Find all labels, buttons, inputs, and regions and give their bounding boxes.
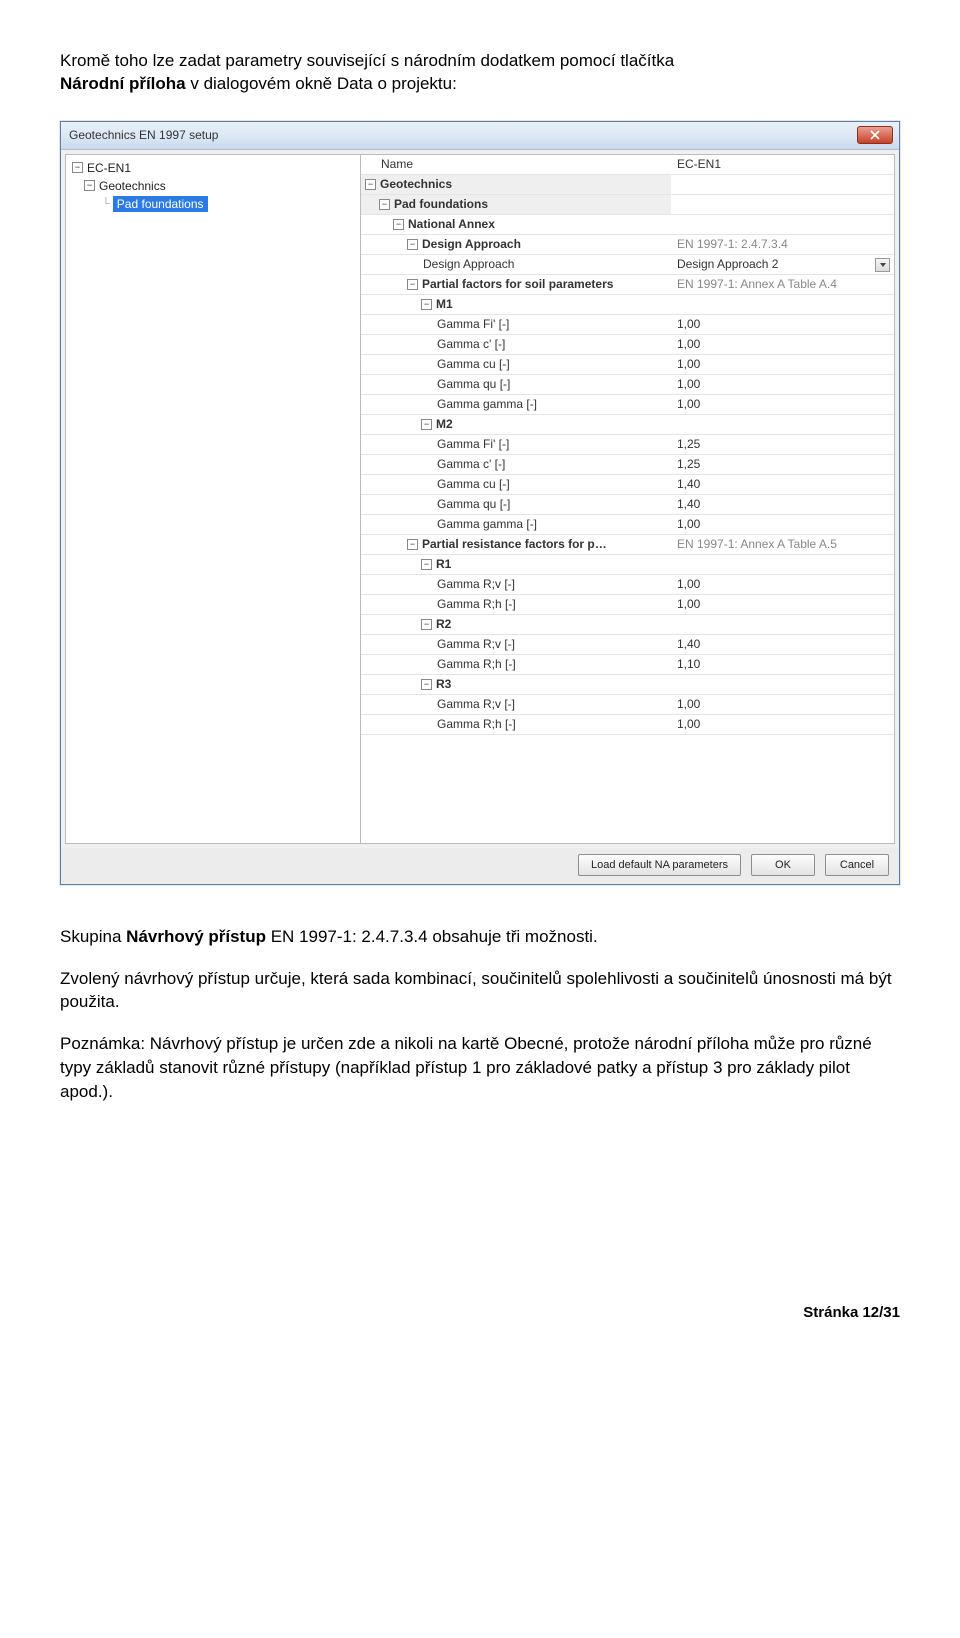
m1-gamma-cu[interactable]: Gamma cu [-]1,00 [361,355,894,375]
ok-button[interactable]: OK [751,854,815,876]
tree-geotechnics-label: Geotechnics [99,179,166,193]
group-m1[interactable]: −M1 [361,295,894,315]
m1-gamma-gamma[interactable]: Gamma gamma [-]1,00 [361,395,894,415]
partial-resist-label: Partial resistance factors for p… [422,537,607,551]
name-value[interactable]: EC-EN1 [671,155,894,174]
after-p2: Zvolený návrhový přístup určuje, která s… [60,967,900,1015]
expander-icon[interactable]: − [72,162,83,173]
tree-connector-icon: └ [102,198,110,210]
dropdown-icon[interactable] [875,258,890,272]
r1-gamma-rh[interactable]: Gamma R;h [-]1,00 [361,595,894,615]
expander-icon[interactable]: − [421,679,432,690]
intro-bold: Národní příloha [60,74,186,93]
expander-icon[interactable]: − [407,539,418,550]
expander-icon[interactable]: − [421,559,432,570]
expander-icon[interactable]: − [421,619,432,630]
expander-icon[interactable]: − [421,299,432,310]
expander-icon[interactable]: − [379,199,390,210]
design-approach-label: Design Approach [423,257,514,271]
dialog-footer: Load default NA parameters OK Cancel [61,848,899,884]
expander-icon[interactable]: − [407,279,418,290]
after-p3: Poznámka: Návrhový přístup je určen zde … [60,1032,900,1103]
name-label: Name [381,157,413,171]
group-pad-foundations[interactable]: −Pad foundations [361,195,894,215]
r1-gamma-rv[interactable]: Gamma R;v [-]1,00 [361,575,894,595]
r3-label: R3 [436,677,451,691]
r2-gamma-rh[interactable]: Gamma R;h [-]1,10 [361,655,894,675]
group-partial-resist[interactable]: −Partial resistance factors for p… EN 19… [361,535,894,555]
partial-resist-ref: EN 1997-1: Annex A Table A.5 [671,535,894,554]
expander-icon[interactable]: − [365,179,376,190]
close-button[interactable] [857,126,893,144]
group-m2[interactable]: −M2 [361,415,894,435]
setup-dialog: Geotechnics EN 1997 setup − EC-EN1 − Geo… [60,121,900,885]
property-grid: Name EC-EN1 −Geotechnics −Pad foundation… [361,155,894,843]
m2-gamma-qu[interactable]: Gamma qu [-]1,40 [361,495,894,515]
tree-pad-foundations[interactable]: └ Pad foundations [66,195,360,213]
partial-soil-label: Partial factors for soil parameters [422,277,613,291]
pad-foundations-label: Pad foundations [394,197,488,211]
group-national-annex[interactable]: −National Annex [361,215,894,235]
r2-gamma-rv[interactable]: Gamma R;v [-]1,40 [361,635,894,655]
group-partial-soil[interactable]: −Partial factors for soil parameters EN … [361,275,894,295]
r2-label: R2 [436,617,451,631]
dialog-title: Geotechnics EN 1997 setup [69,128,857,142]
tree-geotechnics[interactable]: − Geotechnics [66,177,360,195]
design-approach-ref: EN 1997-1: 2.4.7.3.4 [671,235,894,254]
expander-icon[interactable]: − [407,239,418,250]
expander-icon[interactable]: − [393,219,404,230]
expander-icon[interactable]: − [421,419,432,430]
m2-gamma-c[interactable]: Gamma c' [-]1,25 [361,455,894,475]
group-r1[interactable]: −R1 [361,555,894,575]
partial-soil-ref: EN 1997-1: Annex A Table A.4 [671,275,894,294]
load-default-button[interactable]: Load default NA parameters [578,854,741,876]
m2-gamma-fi[interactable]: Gamma Fi' [-]1,25 [361,435,894,455]
after-text: Skupina Návrhový přístup EN 1997-1: 2.4.… [60,925,900,1104]
tree-root-label: EC-EN1 [87,161,131,175]
m1-label: M1 [436,297,453,311]
m2-label: M2 [436,417,453,431]
m1-gamma-qu[interactable]: Gamma qu [-]1,00 [361,375,894,395]
r1-label: R1 [436,557,451,571]
geotechnics-label: Geotechnics [380,177,452,191]
after-p1: Skupina Návrhový přístup EN 1997-1: 2.4.… [60,925,900,949]
r3-gamma-rh[interactable]: Gamma R;h [-]1,00 [361,715,894,735]
intro-line1: Kromě toho lze zadat parametry souvisejí… [60,51,674,70]
r3-gamma-rv[interactable]: Gamma R;v [-]1,00 [361,695,894,715]
intro-paragraph: Kromě toho lze zadat parametry souvisejí… [60,50,900,96]
design-approach-value[interactable]: Design Approach 2 [671,255,894,274]
group-r2[interactable]: −R2 [361,615,894,635]
expander-icon[interactable]: − [84,180,95,191]
titlebar: Geotechnics EN 1997 setup [61,122,899,150]
m1-gamma-fi[interactable]: Gamma Fi' [-]1,00 [361,315,894,335]
page-number: Stránka 12/31 [60,1304,900,1321]
m1-gamma-c[interactable]: Gamma c' [-]1,00 [361,335,894,355]
close-icon [870,130,880,140]
m2-gamma-gamma[interactable]: Gamma gamma [-]1,00 [361,515,894,535]
name-row: Name EC-EN1 [361,155,894,175]
design-approach-row[interactable]: Design Approach Design Approach 2 [361,255,894,275]
tree-panel: − EC-EN1 − Geotechnics └ Pad foundations [66,155,361,843]
design-approach-group-label: Design Approach [422,237,521,251]
group-design-approach[interactable]: −Design Approach EN 1997-1: 2.4.7.3.4 [361,235,894,255]
cancel-button[interactable]: Cancel [825,854,889,876]
group-geotechnics[interactable]: −Geotechnics [361,175,894,195]
group-r3[interactable]: −R3 [361,675,894,695]
intro-rest: v dialogovém okně Data o projektu: [186,74,457,93]
m2-gamma-cu[interactable]: Gamma cu [-]1,40 [361,475,894,495]
national-annex-label: National Annex [408,217,495,231]
tree-root[interactable]: − EC-EN1 [66,159,360,177]
tree-pad-foundations-label: Pad foundations [113,196,208,212]
